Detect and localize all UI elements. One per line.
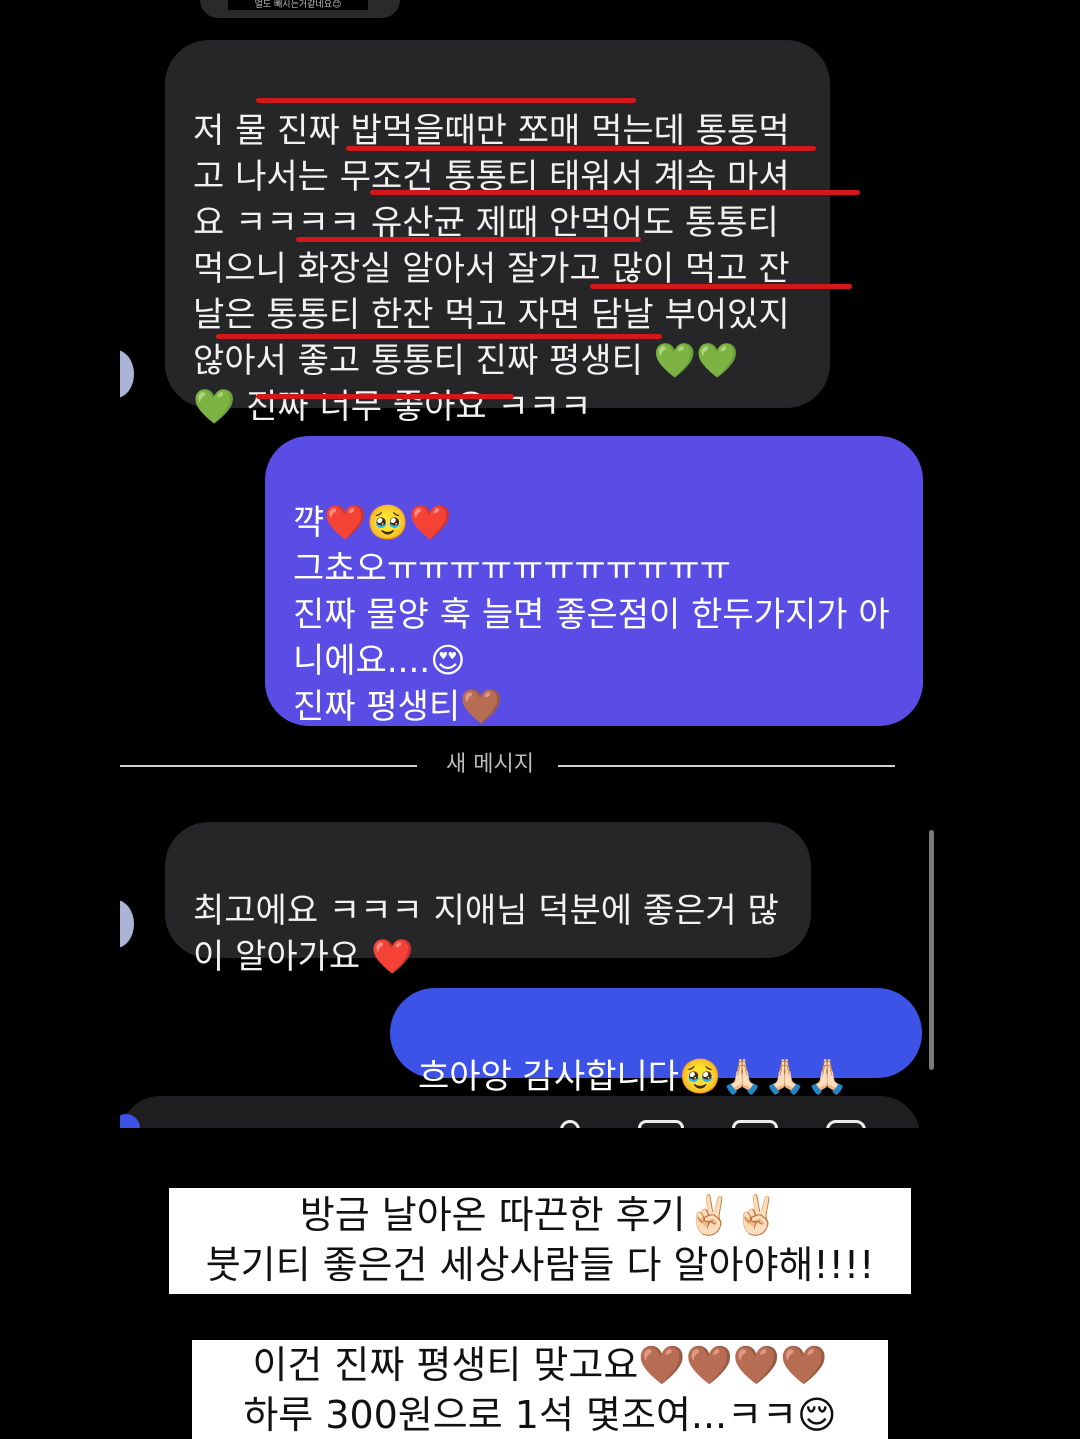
highlight-underline [216, 334, 662, 339]
previous-message-text: 얼도 빼시는거같네요😊 [228, 0, 368, 10]
incoming-message-bubble[interactable]: 저 물 진짜 밥먹을때만 쪼매 먹는데 통통먹 고 나서는 무조건 통통티 태워… [165, 40, 830, 427]
highlight-underline [346, 146, 816, 151]
outgoing-message-text: 흐아앙 감사합니다🥹🙏🏻🙏🏻🙏🏻 [418, 1057, 849, 1097]
caption-line: 방금 날아온 따끈한 후기✌🏻✌🏻 [299, 1193, 781, 1237]
new-message-divider-line [120, 765, 417, 767]
highlight-underline [256, 98, 636, 103]
highlight-underline [370, 190, 860, 195]
sender-avatar[interactable] [120, 900, 134, 948]
caption-box: 이건 진짜 평생티 맞고요🤎🤎🤎🤎 하루 300원으로 1석 몇조여...ㅋㅋ😌 [192, 1340, 888, 1439]
highlight-underline [256, 394, 514, 399]
incoming-message-text: 저 물 진짜 밥먹을때만 쪼매 먹는데 통통먹 고 나서는 무조건 통통티 태워… [193, 111, 790, 427]
incoming-message-bubble[interactable]: 최고에요 ㅋㅋㅋ 지애님 덕분에 좋은거 많 이 알아가요 ❤️ [165, 822, 811, 977]
sender-avatar[interactable] [120, 350, 134, 398]
message-input-bar[interactable] [120, 1096, 920, 1128]
new-message-divider-line [558, 765, 895, 767]
caption-line: 하루 300원으로 1석 몇조여...ㅋㅋ😌 [243, 1393, 837, 1437]
previous-message-stub: 얼도 빼시는거같네요😊 [200, 0, 400, 18]
dm-conversation-screenshot: 얼도 빼시는거같네요😊 저 물 진짜 밥먹을때만 쪼매 먹는데 통통먹 고 나서… [120, 0, 940, 1128]
new-message-divider-label: 새 메시지 [446, 752, 534, 777]
highlight-underline [590, 284, 852, 289]
gallery-icon[interactable] [638, 1120, 684, 1128]
outgoing-message-bubble[interactable]: 흐아앙 감사합니다🥹🙏🏻🙏🏻🙏🏻 [390, 988, 922, 1097]
caption-line: 이건 진짜 평생티 맞고요🤎🤎🤎🤎 [252, 1343, 828, 1387]
highlight-underline [296, 237, 641, 242]
caption-line: 붓기티 좋은건 세상사람들 다 알아야해!!!! [205, 1243, 875, 1287]
camera-icon[interactable] [120, 1114, 140, 1128]
incoming-message-text: 최고에요 ㅋㅋㅋ 지애님 덕분에 좋은거 많 이 알아가요 ❤️ [193, 891, 779, 977]
sticker-icon[interactable] [732, 1120, 778, 1128]
microphone-icon[interactable] [560, 1120, 580, 1128]
caption-box: 방금 날아온 따끈한 후기✌🏻✌🏻 붓기티 좋은건 세상사람들 다 알아야해!!… [169, 1188, 911, 1294]
outgoing-message-text: 꺅❤️🥹❤️ 그쵸오ㅠㅠㅠㅠㅠㅠㅠㅠㅠㅠㅠ 진짜 물양 훅 늘면 좋은점이 한두… [293, 503, 890, 727]
story-root: 얼도 빼시는거같네요😊 저 물 진짜 밥먹을때만 쪼매 먹는데 통통먹 고 나서… [0, 0, 1080, 1439]
add-icon[interactable] [826, 1120, 866, 1128]
outgoing-message-bubble[interactable]: 꺅❤️🥹❤️ 그쵸오ㅠㅠㅠㅠㅠㅠㅠㅠㅠㅠㅠ 진짜 물양 훅 늘면 좋은점이 한두… [265, 436, 923, 727]
scrollbar[interactable] [929, 830, 934, 1070]
